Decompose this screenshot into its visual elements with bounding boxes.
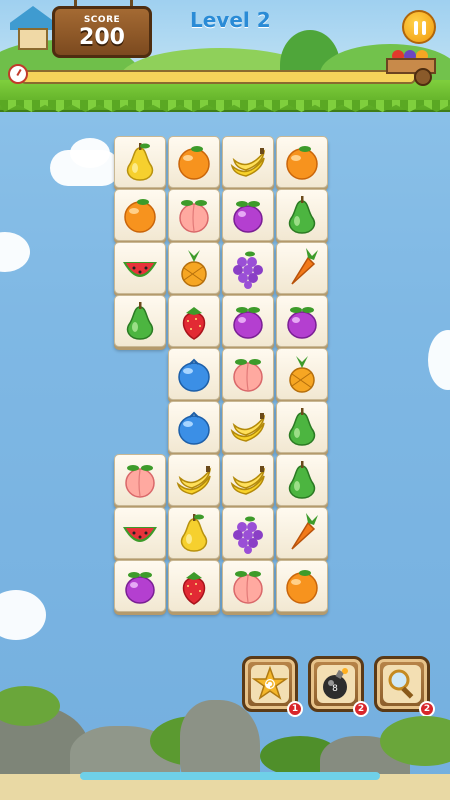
tile-watermelon[interactable] (114, 507, 166, 559)
banana-icon (230, 466, 266, 495)
cloud (0, 590, 46, 640)
green-pear-icon (288, 408, 316, 446)
tile-carrot[interactable] (276, 507, 328, 559)
tile-banana[interactable] (222, 136, 274, 188)
pause-button[interactable] (402, 10, 436, 44)
carrot-icon (291, 513, 318, 550)
progress-fill (22, 72, 414, 82)
blueberry-icon (178, 411, 210, 445)
plum-icon (233, 307, 263, 339)
tile-banana[interactable] (222, 454, 274, 506)
tile-plum[interactable] (114, 560, 166, 612)
orange-icon (286, 570, 318, 604)
banana-icon (230, 148, 266, 177)
orange-icon (124, 199, 156, 233)
blueberry-icon (178, 358, 210, 392)
grapes-icon (233, 251, 263, 289)
tile-blueberry[interactable] (168, 401, 220, 453)
tile-plum[interactable] (222, 295, 274, 347)
strawberry-icon (182, 307, 206, 340)
fruit-cart-icon (384, 48, 442, 86)
tile-pineapple[interactable] (276, 348, 328, 400)
score-label: SCORE (83, 15, 121, 25)
tile-strawberry[interactable] (168, 560, 220, 612)
plum-icon (287, 307, 317, 339)
cloud (70, 138, 110, 168)
orange-icon (286, 146, 318, 180)
orange-icon (178, 146, 210, 180)
plum-icon (233, 201, 263, 233)
cloud (428, 330, 450, 390)
pear-icon (180, 514, 208, 552)
tile-green-pear[interactable] (276, 454, 328, 506)
tile-plum[interactable] (276, 295, 328, 347)
tile-green-pear[interactable] (276, 401, 328, 453)
timer-icon (8, 64, 28, 84)
score-value: 200 (79, 25, 125, 50)
pause-icon (414, 21, 418, 35)
peach-icon (233, 359, 263, 392)
tile-grapes[interactable] (222, 242, 274, 294)
pear-icon (126, 143, 154, 181)
pineapple-icon (289, 356, 315, 393)
green-pear-icon (288, 196, 316, 234)
tile-peach[interactable] (168, 189, 220, 241)
tile-blueberry[interactable] (168, 348, 220, 400)
peach-icon (233, 571, 263, 604)
green-pear-icon (126, 302, 154, 340)
banana-icon (230, 413, 266, 442)
tile-orange[interactable] (114, 189, 166, 241)
strawberry-icon (182, 572, 206, 605)
tile-carrot[interactable] (276, 242, 328, 294)
tile-peach[interactable] (114, 454, 166, 506)
cloud (0, 232, 30, 272)
tile-peach[interactable] (222, 348, 274, 400)
tile-banana[interactable] (222, 401, 274, 453)
tile-orange[interactable] (276, 560, 328, 612)
score-board: SCORE 200 (52, 6, 152, 58)
tile-orange[interactable] (168, 136, 220, 188)
water (80, 772, 380, 780)
tile-pineapple[interactable] (168, 242, 220, 294)
watermelon-icon (123, 262, 157, 277)
tile-orange[interactable] (276, 136, 328, 188)
grapes-icon (233, 516, 263, 554)
tile-grapes[interactable] (222, 507, 274, 559)
green-pear-icon (288, 461, 316, 499)
tile-pear[interactable] (168, 507, 220, 559)
tile-watermelon[interactable] (114, 242, 166, 294)
level-title: Level 2 (190, 8, 271, 32)
house-icon (10, 6, 56, 50)
tile-pear[interactable] (114, 136, 166, 188)
peach-icon (125, 465, 155, 498)
peach-icon (179, 200, 209, 233)
tile-green-pear[interactable] (276, 189, 328, 241)
banana-icon (176, 466, 212, 495)
pineapple-icon (181, 250, 207, 287)
tile-banana[interactable] (168, 454, 220, 506)
bottom-scenery (0, 676, 450, 800)
tile-strawberry[interactable] (168, 295, 220, 347)
plum-icon (125, 572, 155, 604)
level-progress-bar (20, 70, 416, 84)
watermelon-icon (123, 527, 157, 542)
tile-plum[interactable] (222, 189, 274, 241)
tile-green-pear[interactable] (114, 295, 166, 347)
tile-peach[interactable] (222, 560, 274, 612)
carrot-icon (291, 248, 318, 285)
